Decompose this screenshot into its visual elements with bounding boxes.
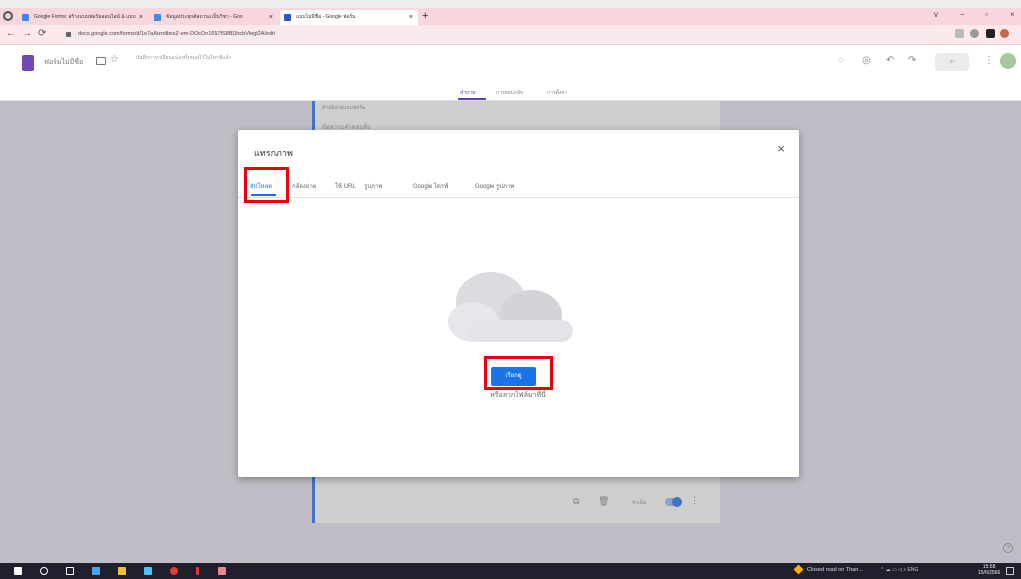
folder-icon[interactable] (96, 57, 106, 65)
mail-icon[interactable] (144, 567, 152, 575)
tab-settings[interactable]: การตั้งค่า (547, 89, 567, 97)
avatar[interactable] (1000, 53, 1016, 69)
browser-tab-3-active[interactable]: แบบไม่มีชื่อ - Google ฟอร์ม × (280, 10, 418, 25)
browser-tab-1[interactable]: Google Forms: สร้างแบบฟอร์มออนไลน์ & แบบ… (18, 10, 148, 25)
profile-avatar-icon[interactable] (1000, 29, 1009, 38)
dialog-title: แทรกภาพ (254, 148, 293, 158)
redo-icon[interactable]: ↷ (908, 55, 916, 66)
tab-questions[interactable]: คำถาม (460, 89, 475, 97)
minimize-button[interactable]: − (960, 10, 965, 19)
lock-icon (66, 32, 71, 37)
close-icon[interactable]: × (777, 141, 785, 156)
weather-warning-icon (793, 564, 804, 575)
active-tab-indicator (458, 98, 486, 100)
google-sheets-favicon-icon (154, 14, 161, 21)
tab-close-icon[interactable]: × (409, 10, 413, 25)
url-input[interactable]: docs.google.com/forms/d/1e7aAizrdibxsZ-e… (60, 28, 940, 41)
photos-app-icon[interactable] (218, 567, 226, 575)
tab-search-icon[interactable]: v (934, 10, 938, 19)
share-icon[interactable] (955, 29, 964, 38)
browse-button-highlight-box (484, 356, 553, 390)
clock[interactable]: 15:58 15/6/2566 (978, 564, 1000, 576)
task-view-icon[interactable] (66, 567, 74, 575)
save-status-text: บันทึกการเปลี่ยนแปลงทั้งหมดไว้ในไดรฟ์แล้… (136, 55, 232, 61)
palette-icon[interactable]: ◌ (838, 55, 844, 66)
tab-google-drive[interactable]: Google ไดรฟ์ (413, 181, 448, 191)
tab-responses[interactable]: การตอบกลับ (496, 89, 523, 97)
upload-tab-highlight-box (244, 167, 289, 203)
google-forms-favicon-icon (284, 14, 291, 21)
reload-icon[interactable]: ⟳ (38, 28, 46, 39)
tab-camera[interactable]: กล้องถ่าย (292, 181, 316, 191)
tab-google-photos[interactable]: Google รูปภาพ (475, 181, 514, 191)
close-window-button[interactable]: × (1010, 10, 1015, 19)
maximize-button[interactable]: ▫ (985, 10, 988, 19)
forms-header: ฟอร์มไม่มีชื่อ ☆ บันทึกการเปลี่ยนแปลงทั้… (0, 45, 1021, 101)
browser-tab-2[interactable]: ข้อมูลประยุกต์สถานะเป็นวิชา - Goo × (150, 10, 278, 25)
file-explorer-icon[interactable] (118, 567, 126, 575)
drag-file-hint: หรือลากไฟล์มาที่นี่ (490, 392, 546, 399)
search-icon[interactable] (40, 567, 48, 575)
dialog-divider (238, 197, 799, 198)
google-forms-favicon-icon (22, 14, 29, 21)
tab-by-url[interactable]: ใช้ URL (335, 181, 356, 191)
tab-close-icon[interactable]: × (139, 10, 143, 25)
new-tab-button[interactable]: + (422, 10, 428, 23)
help-icon[interactable]: ? (1003, 543, 1013, 553)
star-icon[interactable]: ☆ (110, 54, 119, 65)
form-title[interactable]: ฟอร์มไม่มีชื่อ (44, 57, 83, 68)
back-arrow-icon[interactable]: ← (6, 28, 16, 39)
store-icon[interactable] (92, 567, 100, 575)
google-forms-logo-icon[interactable] (22, 55, 34, 71)
chrome-taskbar-icon[interactable] (170, 567, 178, 575)
tab-close-icon[interactable]: × (269, 10, 273, 25)
address-bar-row: ← → ⟳ docs.google.com/forms/d/1e7aAizrdi… (0, 25, 1021, 45)
windows-start-icon[interactable] (14, 567, 22, 575)
undo-icon[interactable]: ↶ (886, 55, 894, 66)
preview-eye-icon[interactable]: ◎ (862, 55, 871, 66)
insert-image-dialog: แทรกภาพ × อัปโหลด กล้องถ่าย ใช้ URL รูปภ… (238, 130, 799, 477)
notification-center-icon[interactable] (1006, 567, 1014, 575)
extension-icon[interactable] (986, 29, 995, 38)
weather-notification[interactable]: Closed road on Than... (793, 564, 863, 575)
more-vert-icon[interactable]: ⋮ (984, 55, 994, 66)
app-icon[interactable] (196, 567, 199, 575)
system-tray[interactable]: ⌃ ☁ ▭ ◁ ⌕ ENG (880, 567, 918, 573)
browser-tab-bar: Google Forms: สร้างแบบฟอร์มออนไลน์ & แบบ… (0, 8, 1021, 25)
send-button[interactable]: ส่ง (935, 53, 969, 71)
windows-taskbar: Closed road on Than... ⌃ ☁ ▭ ◁ ⌕ ENG 15:… (0, 563, 1021, 579)
tab-photos[interactable]: รูปภาพ (364, 181, 382, 191)
bookmark-star-icon[interactable] (970, 29, 979, 38)
forward-arrow-icon[interactable]: → (22, 28, 32, 39)
chrome-icon[interactable] (3, 11, 13, 21)
window-top-strip (0, 0, 1021, 8)
